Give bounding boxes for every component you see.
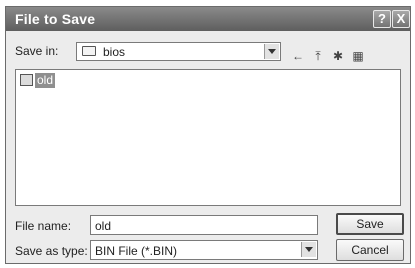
save-button[interactable]: Save bbox=[336, 213, 404, 235]
dialog-title: File to Save bbox=[15, 11, 96, 27]
file-name-field[interactable]: old bbox=[90, 215, 318, 235]
folder-icon bbox=[82, 46, 96, 56]
chevron-down-icon[interactable] bbox=[301, 242, 316, 257]
save-as-type-dropdown[interactable]: BIN File (*.BIN) bbox=[90, 240, 318, 260]
file-list[interactable]: old bbox=[15, 69, 401, 206]
save-in-dropdown[interactable]: bios bbox=[76, 42, 281, 61]
new-folder-icon[interactable]: ✱ bbox=[330, 48, 346, 64]
file-name-label: File name: bbox=[15, 219, 72, 233]
save-in-label: Save in: bbox=[15, 44, 59, 58]
view-menu-icon[interactable]: ▦ bbox=[350, 48, 366, 64]
file-icon bbox=[20, 74, 33, 86]
up-folder-icon[interactable]: ⤒ bbox=[310, 48, 326, 64]
save-in-value: bios bbox=[103, 45, 126, 59]
chevron-down-icon[interactable] bbox=[264, 44, 279, 59]
close-button[interactable]: X bbox=[392, 10, 410, 28]
back-icon[interactable]: ← bbox=[290, 48, 306, 64]
save-as-type-value: BIN File (*.BIN) bbox=[95, 244, 178, 258]
title-bar[interactable]: File to Save ? X bbox=[6, 7, 410, 31]
file-name-value: old bbox=[95, 219, 112, 233]
save-dialog: File to Save ? X Save in: bios ← ⤒ ✱ ▦ o… bbox=[5, 6, 411, 264]
cancel-button[interactable]: Cancel bbox=[336, 239, 404, 261]
file-name-label: old bbox=[35, 73, 56, 88]
help-button[interactable]: ? bbox=[373, 10, 391, 28]
save-as-type-label: Save as type: bbox=[15, 244, 88, 258]
